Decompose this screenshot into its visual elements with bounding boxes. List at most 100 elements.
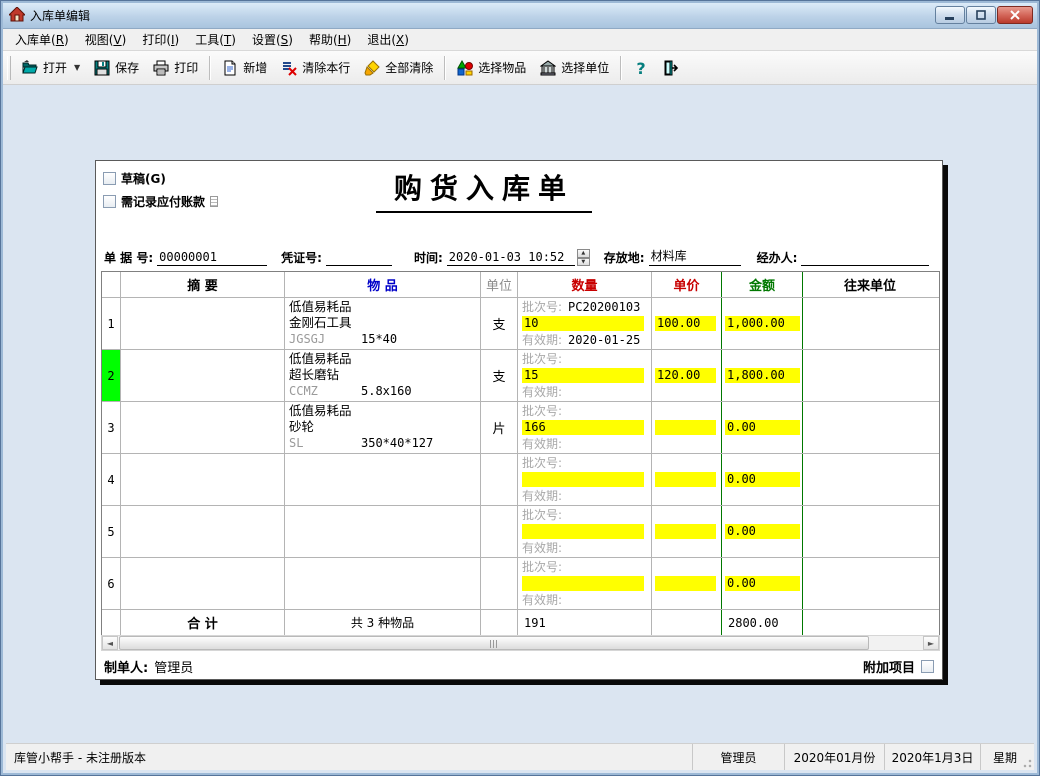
amount-input[interactable]: 0.00 — [725, 524, 800, 539]
column-header[interactable]: 摘 要 — [121, 272, 285, 297]
total-price-cell — [652, 610, 722, 635]
close-button[interactable] — [997, 6, 1033, 24]
item-cell[interactable]: 低值易耗品砂轮SL350*40*127 — [285, 402, 481, 453]
save-button[interactable]: 保存 — [87, 54, 146, 81]
clear-all-button[interactable]: 全部清除 — [357, 54, 440, 81]
item-cell[interactable] — [285, 454, 481, 505]
scroll-left-icon[interactable]: ◄ — [102, 636, 118, 650]
column-header[interactable]: 物 品 — [285, 272, 481, 297]
spin-up-icon[interactable]: ▲ — [577, 249, 590, 258]
summary-cell[interactable] — [121, 402, 285, 453]
amount-input[interactable]: 0.00 — [725, 576, 800, 591]
horizontal-scrollbar[interactable]: ◄ ► — [101, 635, 940, 651]
item-cell[interactable] — [285, 506, 481, 557]
summary-cell[interactable] — [121, 298, 285, 349]
item-cell[interactable]: 低值易耗品金刚石工具JGSGJ15*40 — [285, 298, 481, 349]
unit-cell[interactable]: 支 — [481, 350, 518, 401]
counterpart-cell[interactable] — [803, 454, 937, 505]
menu-item[interactable]: 入库单(R) — [7, 29, 77, 50]
counterpart-cell[interactable] — [803, 350, 937, 401]
handler-field[interactable] — [801, 264, 929, 266]
spin-down-icon[interactable]: ▼ — [577, 258, 590, 267]
restore-button[interactable] — [966, 6, 996, 24]
print-button[interactable]: 打印 — [146, 54, 205, 81]
price-input[interactable] — [655, 524, 716, 539]
amount-input[interactable]: 1,000.00 — [725, 316, 800, 331]
open-button[interactable]: 打开▼ — [15, 54, 87, 81]
item-cell[interactable] — [285, 558, 481, 609]
quantity-input[interactable] — [522, 524, 644, 539]
quantity-cell: 批次号:有效期: — [518, 558, 652, 609]
counterpart-cell[interactable] — [803, 506, 937, 557]
row-number-cell[interactable]: 3 — [102, 402, 121, 453]
quantity-input[interactable]: 10 — [522, 316, 644, 331]
total-num-cell — [102, 610, 121, 635]
amount-cell: 0.00 — [722, 454, 803, 505]
time-spinner[interactable]: ▲▼ — [577, 249, 590, 266]
exit-button[interactable] — [656, 55, 686, 81]
price-input[interactable] — [655, 576, 716, 591]
doc-no-field[interactable]: 00000001 — [157, 250, 267, 266]
quantity-input[interactable]: 15 — [522, 368, 644, 383]
toolbar-grip[interactable] — [7, 56, 11, 80]
amount-input[interactable]: 1,800.00 — [725, 368, 800, 383]
column-header[interactable]: 往来单位 — [803, 272, 937, 297]
price-input[interactable]: 120.00 — [655, 368, 716, 383]
select-unit-button[interactable]: 选择单位 — [533, 54, 616, 81]
counterpart-cell[interactable] — [803, 402, 937, 453]
item-cell[interactable]: 低值易耗品超长磨钻CCMZ5.8x160 — [285, 350, 481, 401]
extra-items-checkbox[interactable] — [921, 660, 934, 673]
price-input[interactable] — [655, 472, 716, 487]
resize-grip-icon[interactable] — [1021, 757, 1033, 769]
unit-cell[interactable] — [481, 558, 518, 609]
extra-items-label: 附加项目 — [863, 657, 915, 676]
help-button[interactable]: ? — [626, 55, 656, 81]
location-field[interactable]: 材料库 — [649, 247, 741, 266]
quantity-input[interactable] — [522, 472, 644, 487]
amount-input[interactable]: 0.00 — [725, 472, 800, 487]
svg-text:?: ? — [637, 60, 646, 76]
menu-item[interactable]: 打印(I) — [134, 29, 187, 50]
counterpart-cell[interactable] — [803, 558, 937, 609]
summary-cell[interactable] — [121, 350, 285, 401]
quantity-input[interactable] — [522, 576, 644, 591]
price-input[interactable]: 100.00 — [655, 316, 716, 331]
menu-item[interactable]: 帮助(H) — [301, 29, 359, 50]
row-number-cell[interactable]: 6 — [102, 558, 121, 609]
summary-cell[interactable] — [121, 558, 285, 609]
dropdown-arrow-icon[interactable]: ▼ — [74, 63, 80, 72]
summary-cell[interactable] — [121, 506, 285, 557]
scrollbar-thumb[interactable] — [119, 636, 869, 650]
select-item-button[interactable]: 选择物品 — [450, 54, 533, 81]
row-number-cell[interactable]: 1 — [102, 298, 121, 349]
menu-item[interactable]: 退出(X) — [359, 29, 417, 50]
voucher-field[interactable] — [326, 264, 392, 266]
menu-item[interactable]: 设置(S) — [244, 29, 301, 50]
unit-cell[interactable] — [481, 454, 518, 505]
quantity-input[interactable]: 166 — [522, 420, 644, 435]
total-unit-cell — [481, 610, 518, 635]
unit-cell[interactable]: 支 — [481, 298, 518, 349]
column-header[interactable]: 数量 — [518, 272, 652, 297]
time-field[interactable]: 2020-01-03 10:52 — [447, 250, 575, 266]
row-number-cell[interactable]: 4 — [102, 454, 121, 505]
column-header[interactable]: 单价 — [652, 272, 722, 297]
price-cell — [652, 506, 722, 557]
menu-item[interactable]: 视图(V) — [77, 29, 135, 50]
counterpart-cell[interactable] — [803, 298, 937, 349]
column-header[interactable]: 金额 — [722, 272, 803, 297]
new-button[interactable]: 新增 — [215, 54, 274, 81]
price-input[interactable] — [655, 420, 716, 435]
unit-cell[interactable]: 片 — [481, 402, 518, 453]
row-number-cell[interactable]: 5 — [102, 506, 121, 557]
column-header[interactable]: 单位 — [481, 272, 518, 297]
minimize-button[interactable] — [935, 6, 965, 24]
menu-item[interactable]: 工具(T) — [187, 29, 244, 50]
scroll-right-icon[interactable]: ► — [923, 636, 939, 650]
toolbar: 打开▼保存打印新增清除本行全部清除选择物品选择单位? — [3, 51, 1037, 85]
amount-input[interactable]: 0.00 — [725, 420, 800, 435]
unit-cell[interactable] — [481, 506, 518, 557]
clear-row-button[interactable]: 清除本行 — [274, 54, 357, 81]
row-number-cell[interactable]: 2 — [102, 350, 121, 401]
summary-cell[interactable] — [121, 454, 285, 505]
